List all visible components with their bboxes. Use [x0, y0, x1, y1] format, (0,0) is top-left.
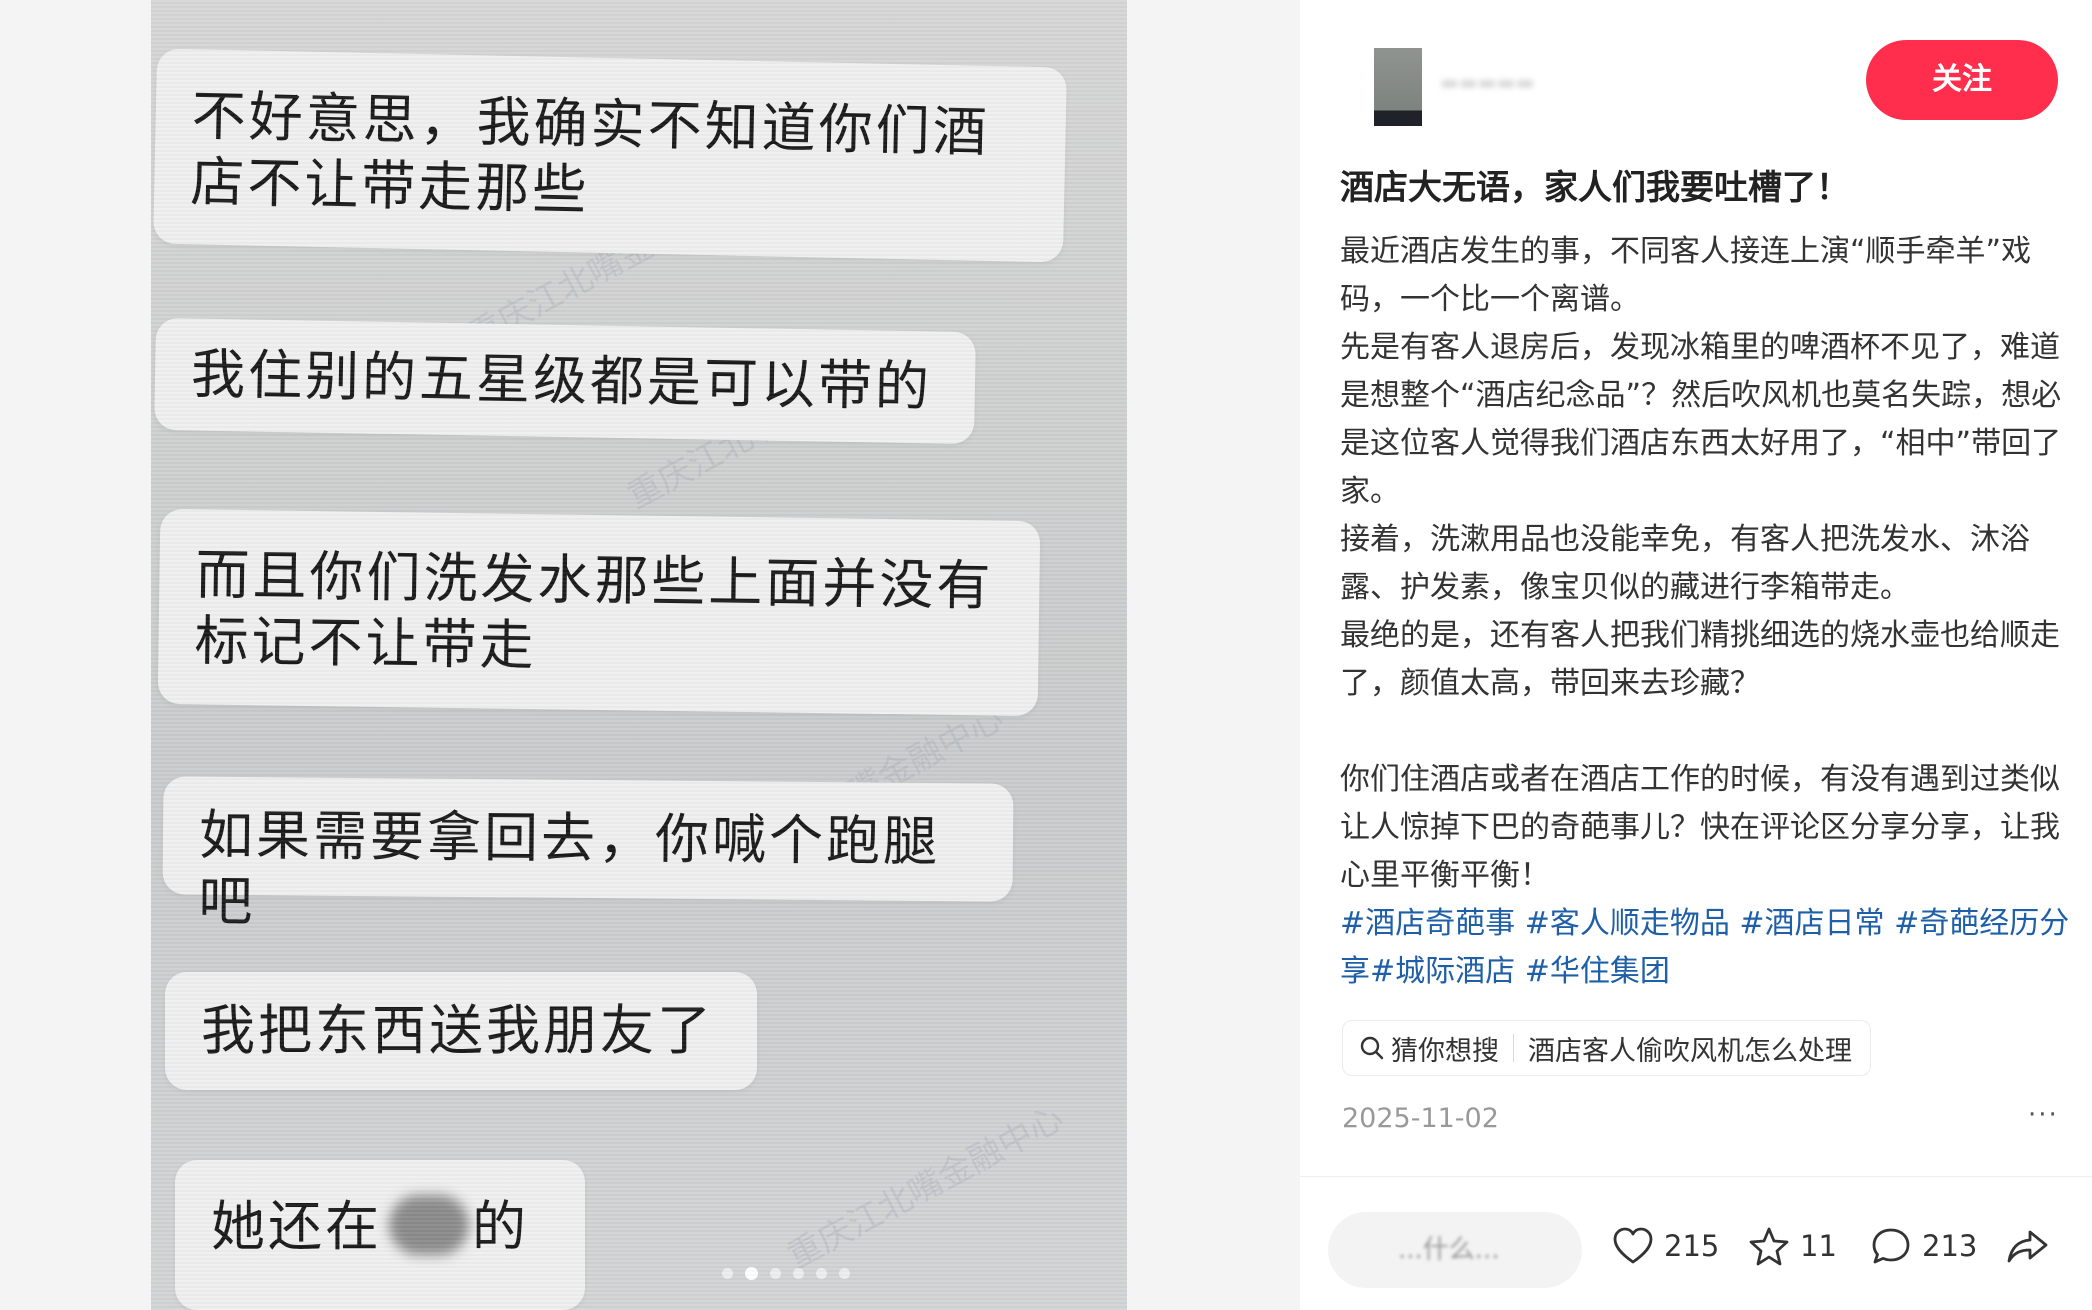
chat-text: 她还在 — [211, 1195, 382, 1258]
comment-button[interactable]: 213 — [1870, 1226, 1977, 1266]
hashtag-link[interactable]: #酒店奇葩事 — [1340, 906, 1515, 941]
post-paragraph: 先是有客人退房后，发现冰箱里的啤酒杯不见了，难道是想整个“酒店纪念品”？然后吹风… — [1340, 330, 2062, 509]
hashtag-link[interactable]: #客人顺走物品 — [1525, 906, 1730, 941]
carousel-indicator[interactable] — [722, 1267, 850, 1280]
post-image[interactable]: 重庆江北嘴金融中心 重庆江北嘴金融中心 重庆江北嘴金融中心 重庆江北嘴金融中心 … — [151, 0, 1127, 1310]
like-button[interactable]: 215 — [1612, 1226, 1719, 1266]
post-paragraph: 你们住酒店或者在酒店工作的时候，有没有遇到过类似让人惊掉下巴的奇葩事儿？快在评论… — [1340, 762, 2060, 893]
carousel-dot[interactable] — [722, 1268, 733, 1279]
share-button[interactable] — [2006, 1226, 2060, 1266]
divider — [1300, 1176, 2092, 1177]
like-count: 215 — [1664, 1229, 1720, 1263]
share-icon — [2007, 1230, 2048, 1263]
chat-bubble: 如果需要拿回去，你喊个跑腿吧 — [162, 776, 1014, 933]
favorite-count: 11 — [1800, 1229, 1837, 1263]
heart-icon — [1613, 1227, 1653, 1264]
post-date: 2025-11-02 — [1342, 1103, 1499, 1134]
post-paragraph: 最绝的是，还有客人把我们精挑细选的烧水壶也给顺走了，颜值太高，带回来去珍藏？ — [1340, 618, 2060, 701]
post-detail-panel: ▬▬▬▬▬ 关注 酒店大无语，家人们我要吐槽了！ 最近酒店发生的事，不同客人接连… — [1300, 0, 2092, 1310]
comment-icon — [1872, 1228, 1910, 1264]
post-body: 最近酒店发生的事，不同客人接连上演“顺手牵羊”戏码，一个比一个离谱。 先是有客人… — [1340, 228, 2070, 996]
carousel-dot[interactable] — [839, 1268, 850, 1279]
search-query: 酒店客人偷吹风机怎么处理 — [1528, 1035, 1852, 1067]
more-options-button[interactable]: ··· — [2028, 1100, 2059, 1130]
star-icon — [1749, 1227, 1789, 1266]
chat-bubble: 不好意思，我确实不知道你们酒店不让带走那些 — [153, 48, 1067, 263]
post-title: 酒店大无语，家人们我要吐槽了！ — [1340, 168, 1850, 208]
avatar[interactable] — [1374, 48, 1422, 126]
search-label: 猜你想搜 — [1391, 1035, 1499, 1067]
redaction-blur — [389, 1195, 469, 1255]
follow-button[interactable]: 关注 — [1866, 40, 2058, 120]
search-icon — [1360, 1036, 1384, 1060]
chat-bubble: 我住别的五星级都是可以带的 — [154, 317, 976, 445]
divider — [1513, 1034, 1514, 1062]
watermark: 重庆江北嘴金融中心 — [781, 1098, 1071, 1278]
chat-bubble: 而且你们洗发水那些上面并没有标记不让带走 — [157, 508, 1041, 717]
post-paragraph: 接着，洗漱用品也没能幸免，有客人把洗发水、沐浴露、护发素，像宝贝似的藏进行李箱带… — [1340, 522, 2030, 605]
hashtag-link[interactable]: #城际酒店 — [1370, 954, 1515, 989]
author-name-redacted[interactable]: ▬▬▬▬▬ — [1440, 70, 1690, 100]
hashtag-link[interactable]: #华住集团 — [1525, 954, 1670, 989]
carousel-dot[interactable] — [770, 1268, 781, 1279]
carousel-dot[interactable] — [816, 1268, 827, 1279]
favorite-button[interactable]: 11 — [1748, 1226, 1837, 1266]
comment-input[interactable]: ...什么... — [1328, 1212, 1582, 1288]
chat-bubble: 我把东西送我朋友了 — [165, 972, 757, 1090]
carousel-dot-active[interactable] — [745, 1267, 758, 1280]
carousel-dot[interactable] — [793, 1268, 804, 1279]
suggested-search-chip[interactable]: 猜你想搜 酒店客人偷吹风机怎么处理 — [1342, 1020, 1871, 1076]
post-paragraph: 最近酒店发生的事，不同客人接连上演“顺手牵羊”戏码，一个比一个离谱。 — [1340, 234, 2032, 317]
chat-text: 的 — [472, 1195, 529, 1258]
comment-placeholder: ...什么... — [1398, 1235, 1500, 1265]
chat-bubble: 她还在 的 — [175, 1160, 585, 1310]
hashtag-link[interactable]: #酒店日常 — [1739, 906, 1884, 941]
media-viewer: 重庆江北嘴金融中心 重庆江北嘴金融中心 重庆江北嘴金融中心 重庆江北嘴金融中心 … — [0, 0, 1300, 1310]
tag-list: #酒店奇葩事 #客人顺走物品 #酒店日常 #奇葩经历分享#城际酒店 #华住集团 — [1340, 900, 2070, 996]
comment-count: 213 — [1922, 1229, 1978, 1263]
